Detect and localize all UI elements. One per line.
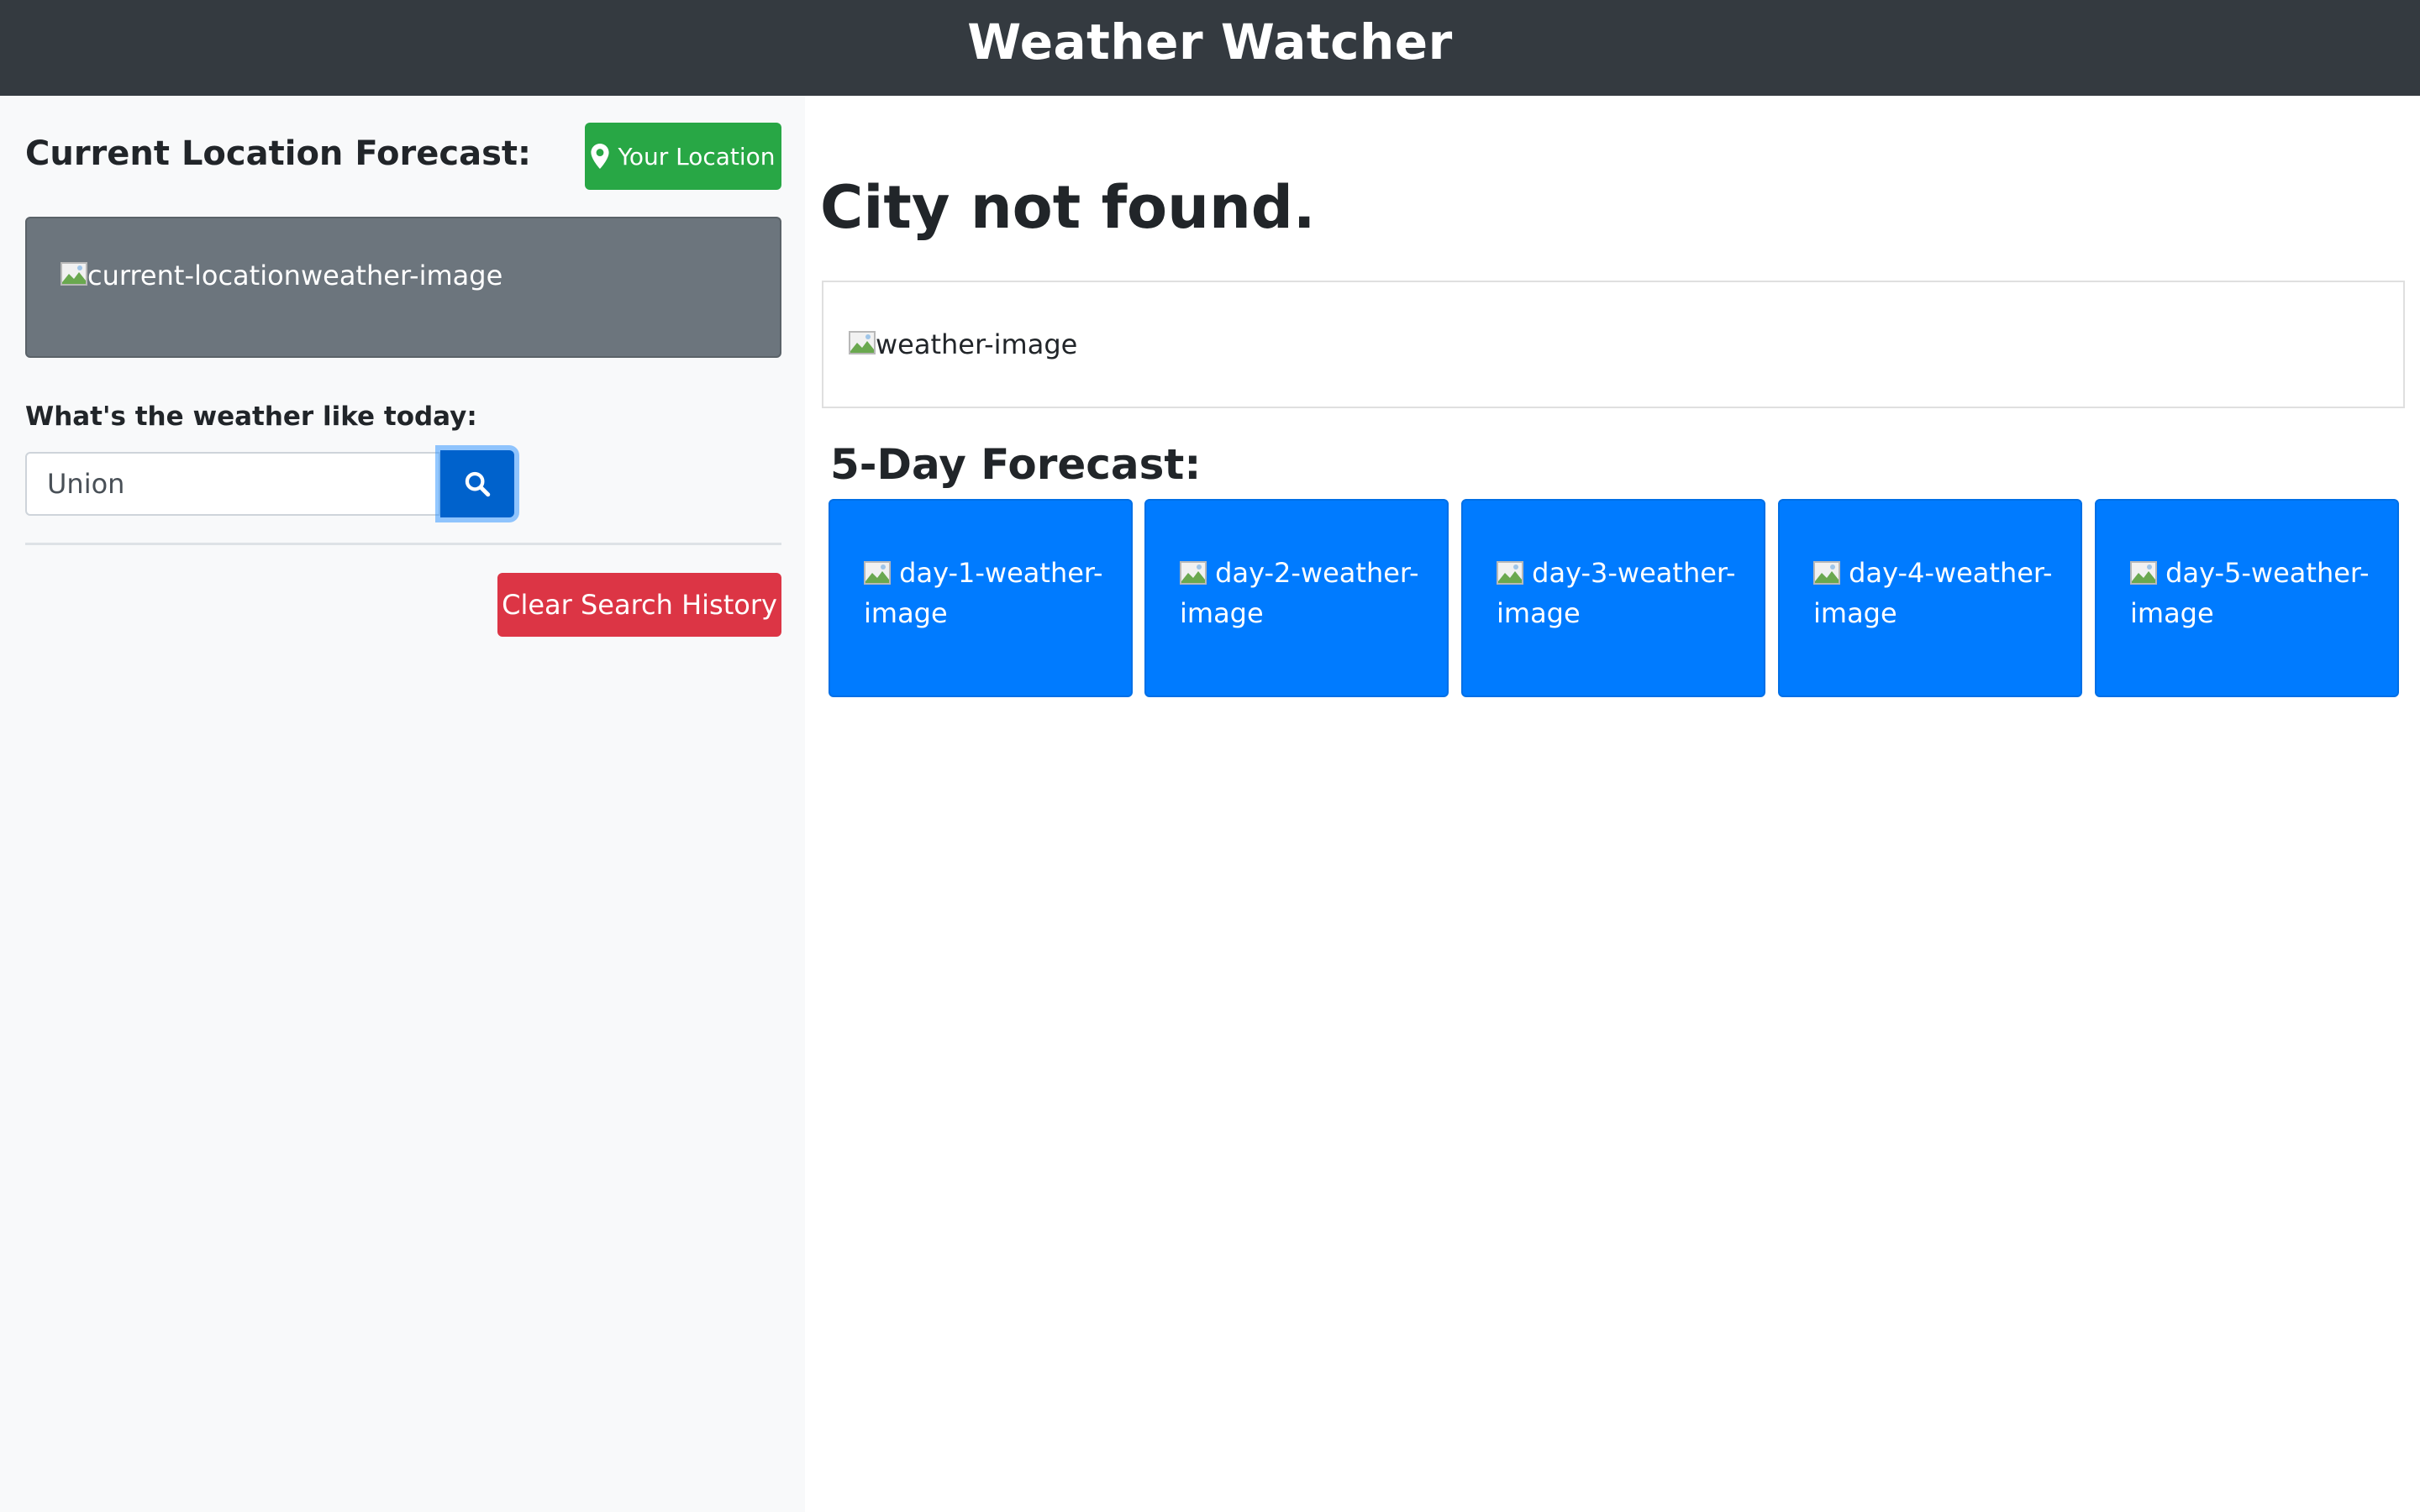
sidebar-divider xyxy=(25,543,781,545)
image-alt-text: day-4-weather-image xyxy=(1813,557,2053,629)
your-location-button[interactable]: Your Location xyxy=(585,123,781,190)
current-location-title: Current Location Forecast: xyxy=(25,134,531,173)
forecast-day-card: day-1-weather-image xyxy=(829,499,1133,697)
broken-image-icon xyxy=(1497,561,1523,585)
day-weather-image: day-5-weather-image xyxy=(2130,553,2374,633)
forecast-title: 5-Day Forecast: xyxy=(830,440,1202,489)
forecast-day-card: day-4-weather-image xyxy=(1778,499,2082,697)
broken-image-icon xyxy=(1813,561,1840,585)
search-icon xyxy=(465,471,491,497)
forecast-day-card: day-5-weather-image xyxy=(2095,499,2399,697)
image-alt-text: day-2-weather-image xyxy=(1180,557,1419,629)
broken-image-icon xyxy=(1180,561,1207,585)
broken-image-icon xyxy=(849,331,876,354)
image-alt-text: weather-image xyxy=(876,328,1078,360)
search-button[interactable] xyxy=(440,450,514,517)
image-alt-text: current-locationweather-image xyxy=(87,260,503,291)
current-location-card: current-locationweather-image xyxy=(25,217,781,358)
clear-search-history-button[interactable]: Clear Search History xyxy=(497,573,781,637)
broken-image-icon xyxy=(2130,561,2157,585)
day-weather-image: day-4-weather-image xyxy=(1813,553,2057,633)
app-header: Weather Watcher xyxy=(0,0,2420,96)
app-title: Weather Watcher xyxy=(967,13,1453,71)
forecast-day-card: day-2-weather-image xyxy=(1144,499,1449,697)
map-marker-icon xyxy=(591,144,610,169)
image-alt-text: day-3-weather-image xyxy=(1497,557,1736,629)
day-weather-image: day-2-weather-image xyxy=(1180,553,1423,633)
day-weather-image: day-3-weather-image xyxy=(1497,553,1740,633)
city-title: City not found. xyxy=(820,173,1316,242)
city-search-input[interactable] xyxy=(25,452,440,516)
forecast-day-card: day-3-weather-image xyxy=(1461,499,1765,697)
current-weather-card: weather-image xyxy=(822,281,2405,408)
current-location-weather-image: current-locationweather-image xyxy=(60,255,502,296)
search-label: What's the weather like today: xyxy=(25,402,477,432)
broken-image-icon xyxy=(60,262,87,286)
image-alt-text: day-5-weather-image xyxy=(2130,557,2370,629)
broken-image-icon xyxy=(864,561,891,585)
your-location-label: Your Location xyxy=(618,142,776,171)
weather-image: weather-image xyxy=(849,324,1077,365)
image-alt-text: day-1-weather-image xyxy=(864,557,1103,629)
day-weather-image: day-1-weather-image xyxy=(864,553,1107,633)
